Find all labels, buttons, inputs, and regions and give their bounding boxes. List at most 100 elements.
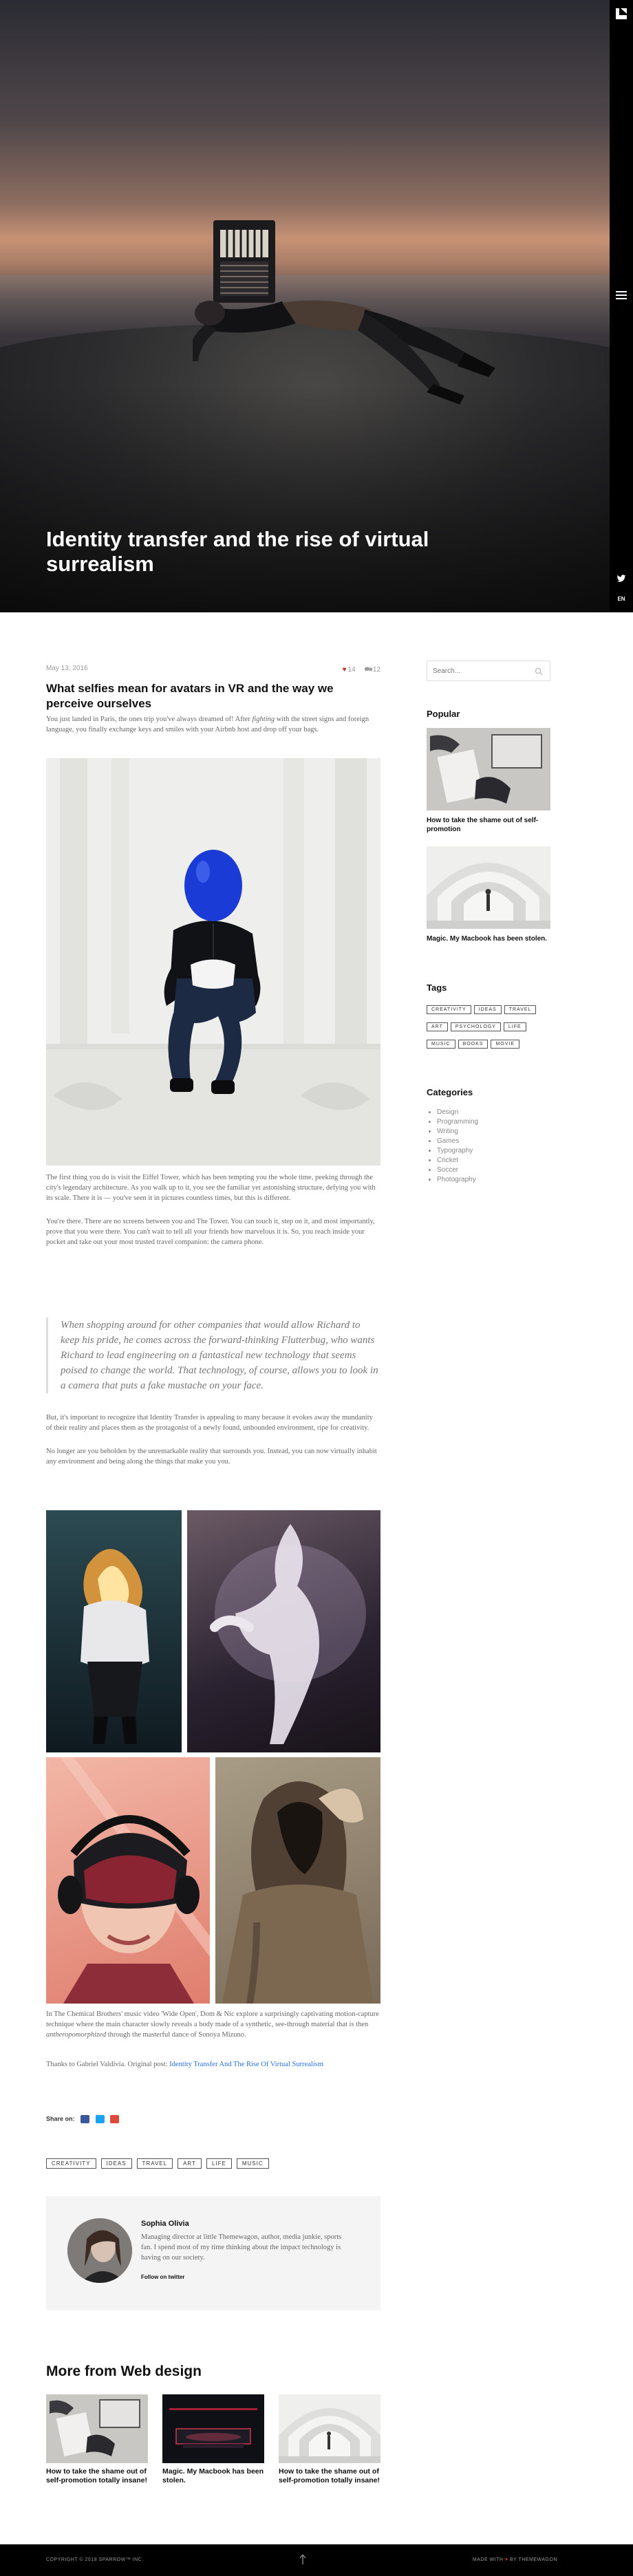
popular-item: Magic. My Macbook has been stolen. [427, 846, 550, 943]
category-writing[interactable]: Writing [437, 1127, 478, 1137]
post-tags: CREATIVITY IDEAS TRAVEL ART LIFE MUSIC [46, 2156, 274, 2169]
vertical-nav-bar: EN [610, 0, 633, 612]
p5-text-end: through the masterful dance of Sonoya Mi… [106, 2031, 246, 2039]
original-post-link[interactable]: Identity Transfer And The Rise Of Virtua… [169, 2061, 323, 2068]
tag-art[interactable]: ART [178, 2158, 202, 2169]
burning-figure-image [46, 1510, 182, 1752]
author-avatar[interactable] [67, 2218, 132, 2283]
facebook-share-icon[interactable] [81, 2115, 90, 2123]
tag-life[interactable]: LIFE [503, 1022, 526, 1031]
paragraph-3: But, it's important to recognize that Id… [46, 1414, 373, 1432]
more-card-thumbnail[interactable] [46, 2394, 148, 2463]
p5-emphasis: antheropomorphized [46, 2031, 107, 2039]
balloon-man-illustration [46, 758, 380, 1166]
arches-illustration [427, 846, 550, 929]
hamburger-menu-icon[interactable] [616, 291, 627, 301]
paragraph-2: You're there. There are no screens betwe… [46, 1218, 375, 1246]
post-heading: What selfies mean for avatars in VR and … [46, 682, 334, 710]
tag-life[interactable]: LIFE [206, 2158, 232, 2169]
vr-headset-image [46, 1757, 210, 2004]
tag-art[interactable]: ART [427, 1022, 448, 1031]
tag-movie[interactable]: MOVIE [491, 1040, 520, 1049]
dancer-smoke-image [187, 1510, 380, 1752]
more-section-title: More from Web design [46, 2363, 202, 2379]
balloon-man-image [46, 758, 380, 1166]
search-icon[interactable] [535, 667, 543, 676]
category-cricket[interactable]: Cricket [437, 1156, 478, 1166]
tag-music[interactable]: MUSIC [427, 1040, 455, 1049]
popular-thumbnail[interactable] [427, 728, 550, 811]
twitter-icon[interactable] [616, 574, 626, 583]
post-date: May 13, 2016 [46, 665, 88, 672]
neon-laptop-illustration [162, 2394, 264, 2463]
twitter-share-icon[interactable] [95, 2115, 105, 2123]
google-plus-share-icon[interactable] [110, 2115, 120, 2123]
copyright: COPYRIGHT © 2018 SPARROW™ INC. [46, 2557, 144, 2562]
post-meta: May 13, 2016 ♥ 14 🗪12 [46, 665, 380, 674]
popular-item-title[interactable]: How to take the shame out of self-promot… [427, 816, 550, 834]
tag-psychology[interactable]: PSYCHOLOGY [450, 1022, 501, 1031]
intro-text: You just landed in Paris, the ones trip … [46, 716, 253, 723]
search-input[interactable] [427, 661, 530, 680]
post-intro: You just landed in Paris, the ones trip … [46, 714, 380, 735]
tag-creativity[interactable]: CREATIVITY [427, 1005, 471, 1014]
footer: COPYRIGHT © 2018 SPARROW™ INC. MADE WITH… [0, 2544, 633, 2576]
category-design[interactable]: Design [437, 1108, 478, 1117]
popular-item: How to take the shame out of self-promot… [427, 728, 550, 834]
burning-figure-illustration [81, 1549, 149, 1744]
more-card: Magic. My Macbook has been stolen. [162, 2394, 264, 2485]
more-card: How to take the shame out of self-promot… [279, 2394, 380, 2485]
thanks-prefix: Thanks to Gabriel Valdivia. Original pos… [46, 2061, 170, 2068]
tag-books[interactable]: BOOKS [458, 1040, 489, 1049]
category-typography[interactable]: Typography [437, 1146, 478, 1156]
category-soccer[interactable]: Soccer [437, 1166, 478, 1175]
popular-thumbnail[interactable] [427, 846, 550, 929]
tag-ideas[interactable]: IDEAS [100, 2158, 132, 2169]
hero-banner: Identity transfer and the rise of virtua… [0, 0, 633, 612]
more-card-thumbnail[interactable] [162, 2394, 264, 2463]
pull-quote: When shopping around for other companies… [46, 1318, 380, 1393]
author-box: Sophia Olivia Managing director at littl… [46, 2196, 380, 2310]
tag-travel[interactable]: TRAVEL [504, 1005, 537, 1014]
follow-twitter-link[interactable]: Follow on twitter [141, 2274, 185, 2280]
like-count: 14 [347, 666, 356, 674]
language-switch[interactable]: EN [610, 596, 633, 602]
tag-creativity[interactable]: CREATIVITY [46, 2158, 96, 2169]
category-programming[interactable]: Programming [437, 1117, 478, 1127]
category-photography[interactable]: Photography [437, 1175, 478, 1185]
more-card-thumbnail[interactable] [279, 2394, 380, 2463]
author-bio: Managing director at little Themewagon, … [141, 2233, 342, 2262]
content-area: May 13, 2016 ♥ 14 🗪12 What selfies mean f… [0, 612, 633, 2544]
paragraph-4: No longer are you beholden by the unrema… [46, 1448, 377, 1466]
tags-title: Tags [427, 983, 447, 993]
heart-icon[interactable]: ♥ [343, 666, 347, 674]
hooded-figure-illustration [222, 1781, 374, 2004]
post-stats: ♥ 14 🗪12 [343, 665, 380, 676]
popular-title: Popular [427, 709, 460, 719]
intro-emphasis: fighting [252, 716, 275, 723]
vr-headset-illustration [58, 1757, 210, 2004]
tag-music[interactable]: MUSIC [236, 2158, 269, 2169]
categories-title: Categories [427, 1087, 473, 1097]
categories-list: DesignProgrammingWritingGamesTypographyC… [437, 1108, 478, 1185]
popular-item-title[interactable]: Magic. My Macbook has been stolen. [427, 934, 550, 943]
desk-laptop-illustration [46, 2394, 148, 2463]
search-box [427, 661, 550, 681]
share-bar: Share on: [46, 2115, 120, 2123]
logo-icon[interactable] [616, 8, 627, 19]
made-with-credit: MADE WITH ♥ BY THEMEWAGON [473, 2557, 557, 2562]
tag-ideas[interactable]: IDEAS [473, 1005, 502, 1014]
hooded-figure-image [215, 1757, 380, 2004]
more-card-title[interactable]: How to take the shame out of self-promot… [279, 2467, 380, 2485]
more-card-title[interactable]: How to take the shame out of self-promot… [46, 2467, 148, 2485]
desk-laptop-illustration [427, 728, 550, 811]
more-card-title[interactable]: Magic. My Macbook has been stolen. [162, 2467, 264, 2485]
comment-icon[interactable]: 🗪 [364, 666, 372, 674]
category-games[interactable]: Games [437, 1137, 478, 1146]
more-card: How to take the shame out of self-promot… [46, 2394, 148, 2485]
share-label: Share on: [46, 2115, 75, 2123]
tag-travel[interactable]: TRAVEL [136, 2158, 173, 2169]
made-prefix: MADE WITH [472, 2557, 505, 2562]
hero-title: Identity transfer and the rise of virtua… [46, 527, 429, 576]
arrow-up-icon[interactable] [299, 2553, 307, 2566]
